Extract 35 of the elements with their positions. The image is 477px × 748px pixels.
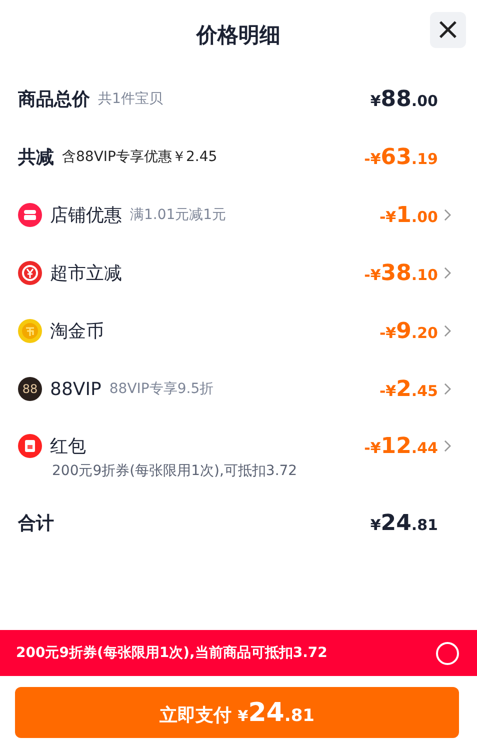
amount-text: -¥2.45	[379, 376, 438, 402]
amount-text: -¥9.20	[379, 318, 438, 344]
envelope-icon	[18, 434, 42, 458]
shop-icon	[18, 203, 42, 227]
chevron-right-icon[interactable]	[444, 209, 451, 221]
row-note: 含88VIP专享优惠￥2.45	[62, 148, 218, 166]
chevron-right-icon[interactable]	[444, 440, 451, 452]
dialog-title: 价格明细	[196, 22, 280, 49]
amount-text: ¥88.00	[370, 86, 438, 112]
row-label: 超市立减	[50, 262, 122, 285]
chevron-right-icon[interactable]	[444, 383, 451, 395]
row-label: 商品总价	[18, 88, 90, 111]
amount-text: -¥12.44	[364, 434, 438, 458]
coin-icon	[18, 319, 42, 343]
close-button[interactable]: ×	[430, 12, 466, 48]
radio-button[interactable]	[436, 642, 459, 664]
amount-text: ¥24.81	[370, 510, 438, 536]
row-label: 红包	[50, 435, 86, 458]
row-note: 共1件宝贝	[98, 90, 163, 108]
chevron-right-icon[interactable]	[444, 325, 451, 337]
row-label: 淘金币	[50, 320, 104, 343]
row-note: 满1.01元减1元	[130, 206, 226, 224]
chevron-right-icon[interactable]	[444, 267, 451, 279]
amount-text: -¥1.00	[379, 202, 438, 228]
row-label: 88VIP	[50, 378, 102, 400]
row-label: 店铺优惠	[50, 204, 122, 227]
coupon-text: 200元9折券(每张限用1次),当前商品可抵扣3.72	[16, 644, 328, 662]
row-label: 合计	[18, 512, 54, 535]
row-note: 88VIP专享9.5折	[109, 380, 214, 398]
amount-text: -¥63.19	[364, 144, 438, 170]
vip-badge-icon: 88	[18, 377, 42, 401]
amount-text: -¥38.10	[364, 260, 438, 286]
row-label: 共减	[18, 146, 54, 169]
row-detail: 200元9折券(每张限用1次),可抵扣3.72	[51, 462, 298, 481]
yen-icon	[18, 261, 42, 285]
